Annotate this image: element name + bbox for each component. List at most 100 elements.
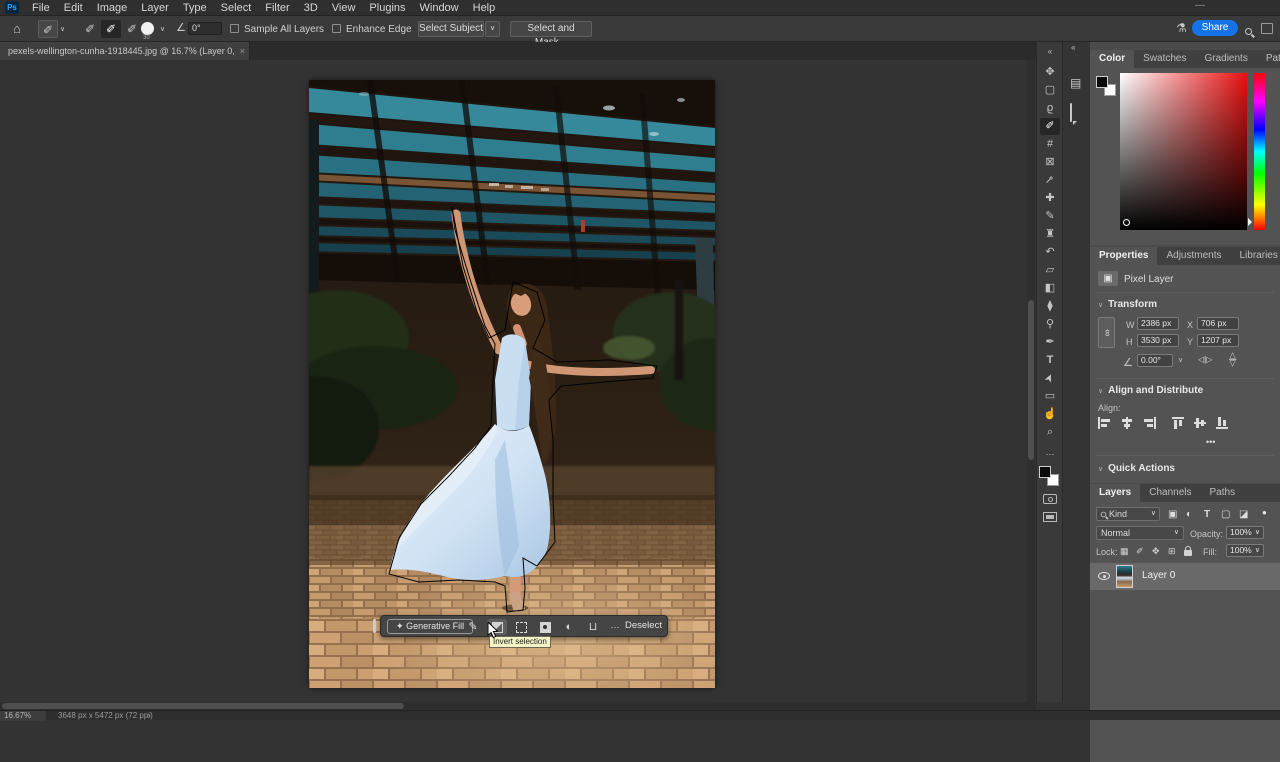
layer-filter-kind[interactable]: Kind∨ <box>1096 507 1160 521</box>
align-v-center-icon[interactable] <box>1194 417 1208 429</box>
healing-brush-tool[interactable]: ✚ <box>1040 190 1060 207</box>
workspace-switcher-icon[interactable] <box>1261 23 1273 34</box>
fill-selection-icon[interactable]: ⊔ <box>583 619 603 635</box>
tool-preset-icon[interactable]: ✐ <box>38 20 58 38</box>
crop-tool[interactable]: # <box>1040 136 1060 153</box>
align-section-header[interactable]: ∨Align and Distribute <box>1098 385 1203 396</box>
align-h-center-icon[interactable] <box>1120 417 1134 429</box>
share-button[interactable]: Share <box>1192 20 1238 36</box>
filter-pixel-layers-icon[interactable]: ▣ <box>1168 509 1177 520</box>
clone-stamp-tool[interactable]: ♜ <box>1040 226 1060 243</box>
move-tool[interactable]: ✥ <box>1040 64 1060 81</box>
select-and-mask-icon[interactable] <box>535 619 555 635</box>
hue-slider-handle[interactable] <box>1248 218 1256 226</box>
brush-size-preview[interactable] <box>141 22 154 35</box>
color-field[interactable] <box>1120 73 1247 230</box>
tool-preset-caret-icon[interactable]: ∨ <box>60 25 65 33</box>
fill-input[interactable]: 100%∨ <box>1226 544 1264 557</box>
align-more-icon[interactable]: ••• <box>1206 437 1215 447</box>
marquee-tool[interactable]: ▢ <box>1040 82 1060 99</box>
dodge-tool[interactable]: ⚲ <box>1040 316 1060 333</box>
menu-window[interactable]: Window <box>413 0 466 16</box>
flip-horizontal-icon[interactable]: ◁|▷ <box>1198 355 1212 364</box>
brush-tool[interactable]: ✎ <box>1040 208 1060 225</box>
menu-3d[interactable]: 3D <box>297 0 325 16</box>
photoshop-logo[interactable]: Ps <box>5 1 19 14</box>
angle-input[interactable]: 0° <box>188 22 222 35</box>
lock-all-icon[interactable] <box>1184 550 1192 556</box>
vertical-scrollbar-thumb[interactable] <box>1028 300 1034 460</box>
height-input[interactable]: 3530 px <box>1137 334 1179 347</box>
sample-all-layers-checkbox[interactable] <box>230 24 239 33</box>
width-input[interactable]: 2386 px <box>1137 317 1179 330</box>
color-picker-handle[interactable] <box>1123 219 1130 226</box>
lock-artboard-icon[interactable]: ⊞ <box>1168 546 1176 557</box>
search-icon[interactable] <box>1245 23 1252 41</box>
close-tab-icon[interactable]: × <box>240 42 245 60</box>
foreground-background-colors[interactable] <box>1039 466 1061 488</box>
tab-patterns[interactable]: Patterns <box>1257 50 1280 68</box>
select-subject-caret[interactable]: ∨ <box>485 21 500 37</box>
menu-view[interactable]: View <box>325 0 363 16</box>
zoom-tool[interactable]: ⌕ <box>1040 424 1060 441</box>
taskbar-more-icon[interactable]: ⋯ <box>605 619 625 635</box>
shape-tool[interactable]: ▭ <box>1040 388 1060 405</box>
tab-libraries[interactable]: Libraries <box>1231 247 1280 265</box>
add-selection-mode-icon[interactable]: ✐ <box>101 20 121 38</box>
subtract-selection-mode-icon[interactable]: ✐ <box>122 20 142 38</box>
select-and-mask-button[interactable]: Select and Mask... <box>510 21 592 37</box>
transform-selection-icon[interactable] <box>511 619 531 635</box>
lock-transparent-icon[interactable]: ▦ <box>1120 546 1129 557</box>
deselect-button[interactable]: Deselect <box>625 620 662 631</box>
lasso-tool[interactable]: ϱ <box>1040 100 1060 117</box>
tab-layers[interactable]: Layers <box>1090 484 1140 502</box>
filter-shape-layers-icon[interactable]: ▢ <box>1221 509 1230 520</box>
document-tab[interactable]: pexels-wellington-cunha-1918445.jpg @ 16… <box>0 42 250 60</box>
menu-plugins[interactable]: Plugins <box>362 0 412 16</box>
filter-toggle-icon[interactable]: ● <box>1262 508 1267 517</box>
minimize-button[interactable]: — <box>1195 0 1205 11</box>
y-input[interactable]: 1207 px <box>1197 334 1239 347</box>
select-subject-button[interactable]: Select Subject <box>418 21 484 37</box>
enhance-edge-checkbox[interactable] <box>332 24 341 33</box>
tab-color[interactable]: Color <box>1090 50 1134 68</box>
align-top-icon[interactable] <box>1172 417 1186 429</box>
menu-select[interactable]: Select <box>214 0 259 16</box>
angle-caret-icon[interactable]: ∨ <box>1178 356 1183 364</box>
canvas-area[interactable] <box>0 60 1036 702</box>
angle-input[interactable]: 0.00° <box>1137 354 1173 367</box>
comments-panel-icon[interactable] <box>1070 104 1072 122</box>
taskbar-drag-handle[interactable] <box>373 619 376 633</box>
tab-channels[interactable]: Channels <box>1140 484 1200 502</box>
lock-paint-icon[interactable]: ✐ <box>1136 546 1144 557</box>
opacity-input[interactable]: 100%∨ <box>1226 526 1264 539</box>
menu-help[interactable]: Help <box>466 0 503 16</box>
menu-image[interactable]: Image <box>90 0 135 16</box>
menu-layer[interactable]: Layer <box>134 0 176 16</box>
horizontal-scrollbar-thumb[interactable] <box>2 703 404 709</box>
hue-slider[interactable] <box>1254 73 1265 230</box>
collapse-dock-icon[interactable]: « <box>1071 43 1075 52</box>
foreground-color-swatch[interactable] <box>1039 466 1051 478</box>
history-panel-icon[interactable]: ▤ <box>1070 76 1081 90</box>
collapse-toolbar-icon[interactable]: « <box>1040 43 1060 60</box>
new-selection-mode-icon[interactable]: ✐ <box>80 20 100 38</box>
quick-mask-icon[interactable] <box>1043 494 1057 504</box>
tech-preview-icon[interactable]: ⚗ <box>1176 21 1187 35</box>
modify-selection-brush-icon[interactable]: ✎ <box>463 619 483 635</box>
layer-visibility-eye-icon[interactable] <box>1098 572 1110 580</box>
menu-file[interactable]: File <box>25 0 57 16</box>
lock-position-icon[interactable]: ✥ <box>1152 546 1160 557</box>
tab-swatches[interactable]: Swatches <box>1134 50 1195 68</box>
align-left-icon[interactable] <box>1098 417 1112 429</box>
filter-smart-objects-icon[interactable]: ◪ <box>1239 509 1248 520</box>
screen-mode-icon[interactable] <box>1043 512 1057 522</box>
align-right-icon[interactable] <box>1142 417 1156 429</box>
layer-name[interactable]: Layer 0 <box>1142 570 1175 581</box>
tab-gradients[interactable]: Gradients <box>1195 50 1256 68</box>
type-tool[interactable]: T <box>1040 352 1060 369</box>
filter-adjustment-layers-icon[interactable]: ◐ <box>1186 509 1192 520</box>
x-input[interactable]: 706 px <box>1197 317 1239 330</box>
edit-toolbar-icon[interactable]: ⋯ <box>1040 446 1060 463</box>
tab-paths[interactable]: Paths <box>1201 484 1245 502</box>
